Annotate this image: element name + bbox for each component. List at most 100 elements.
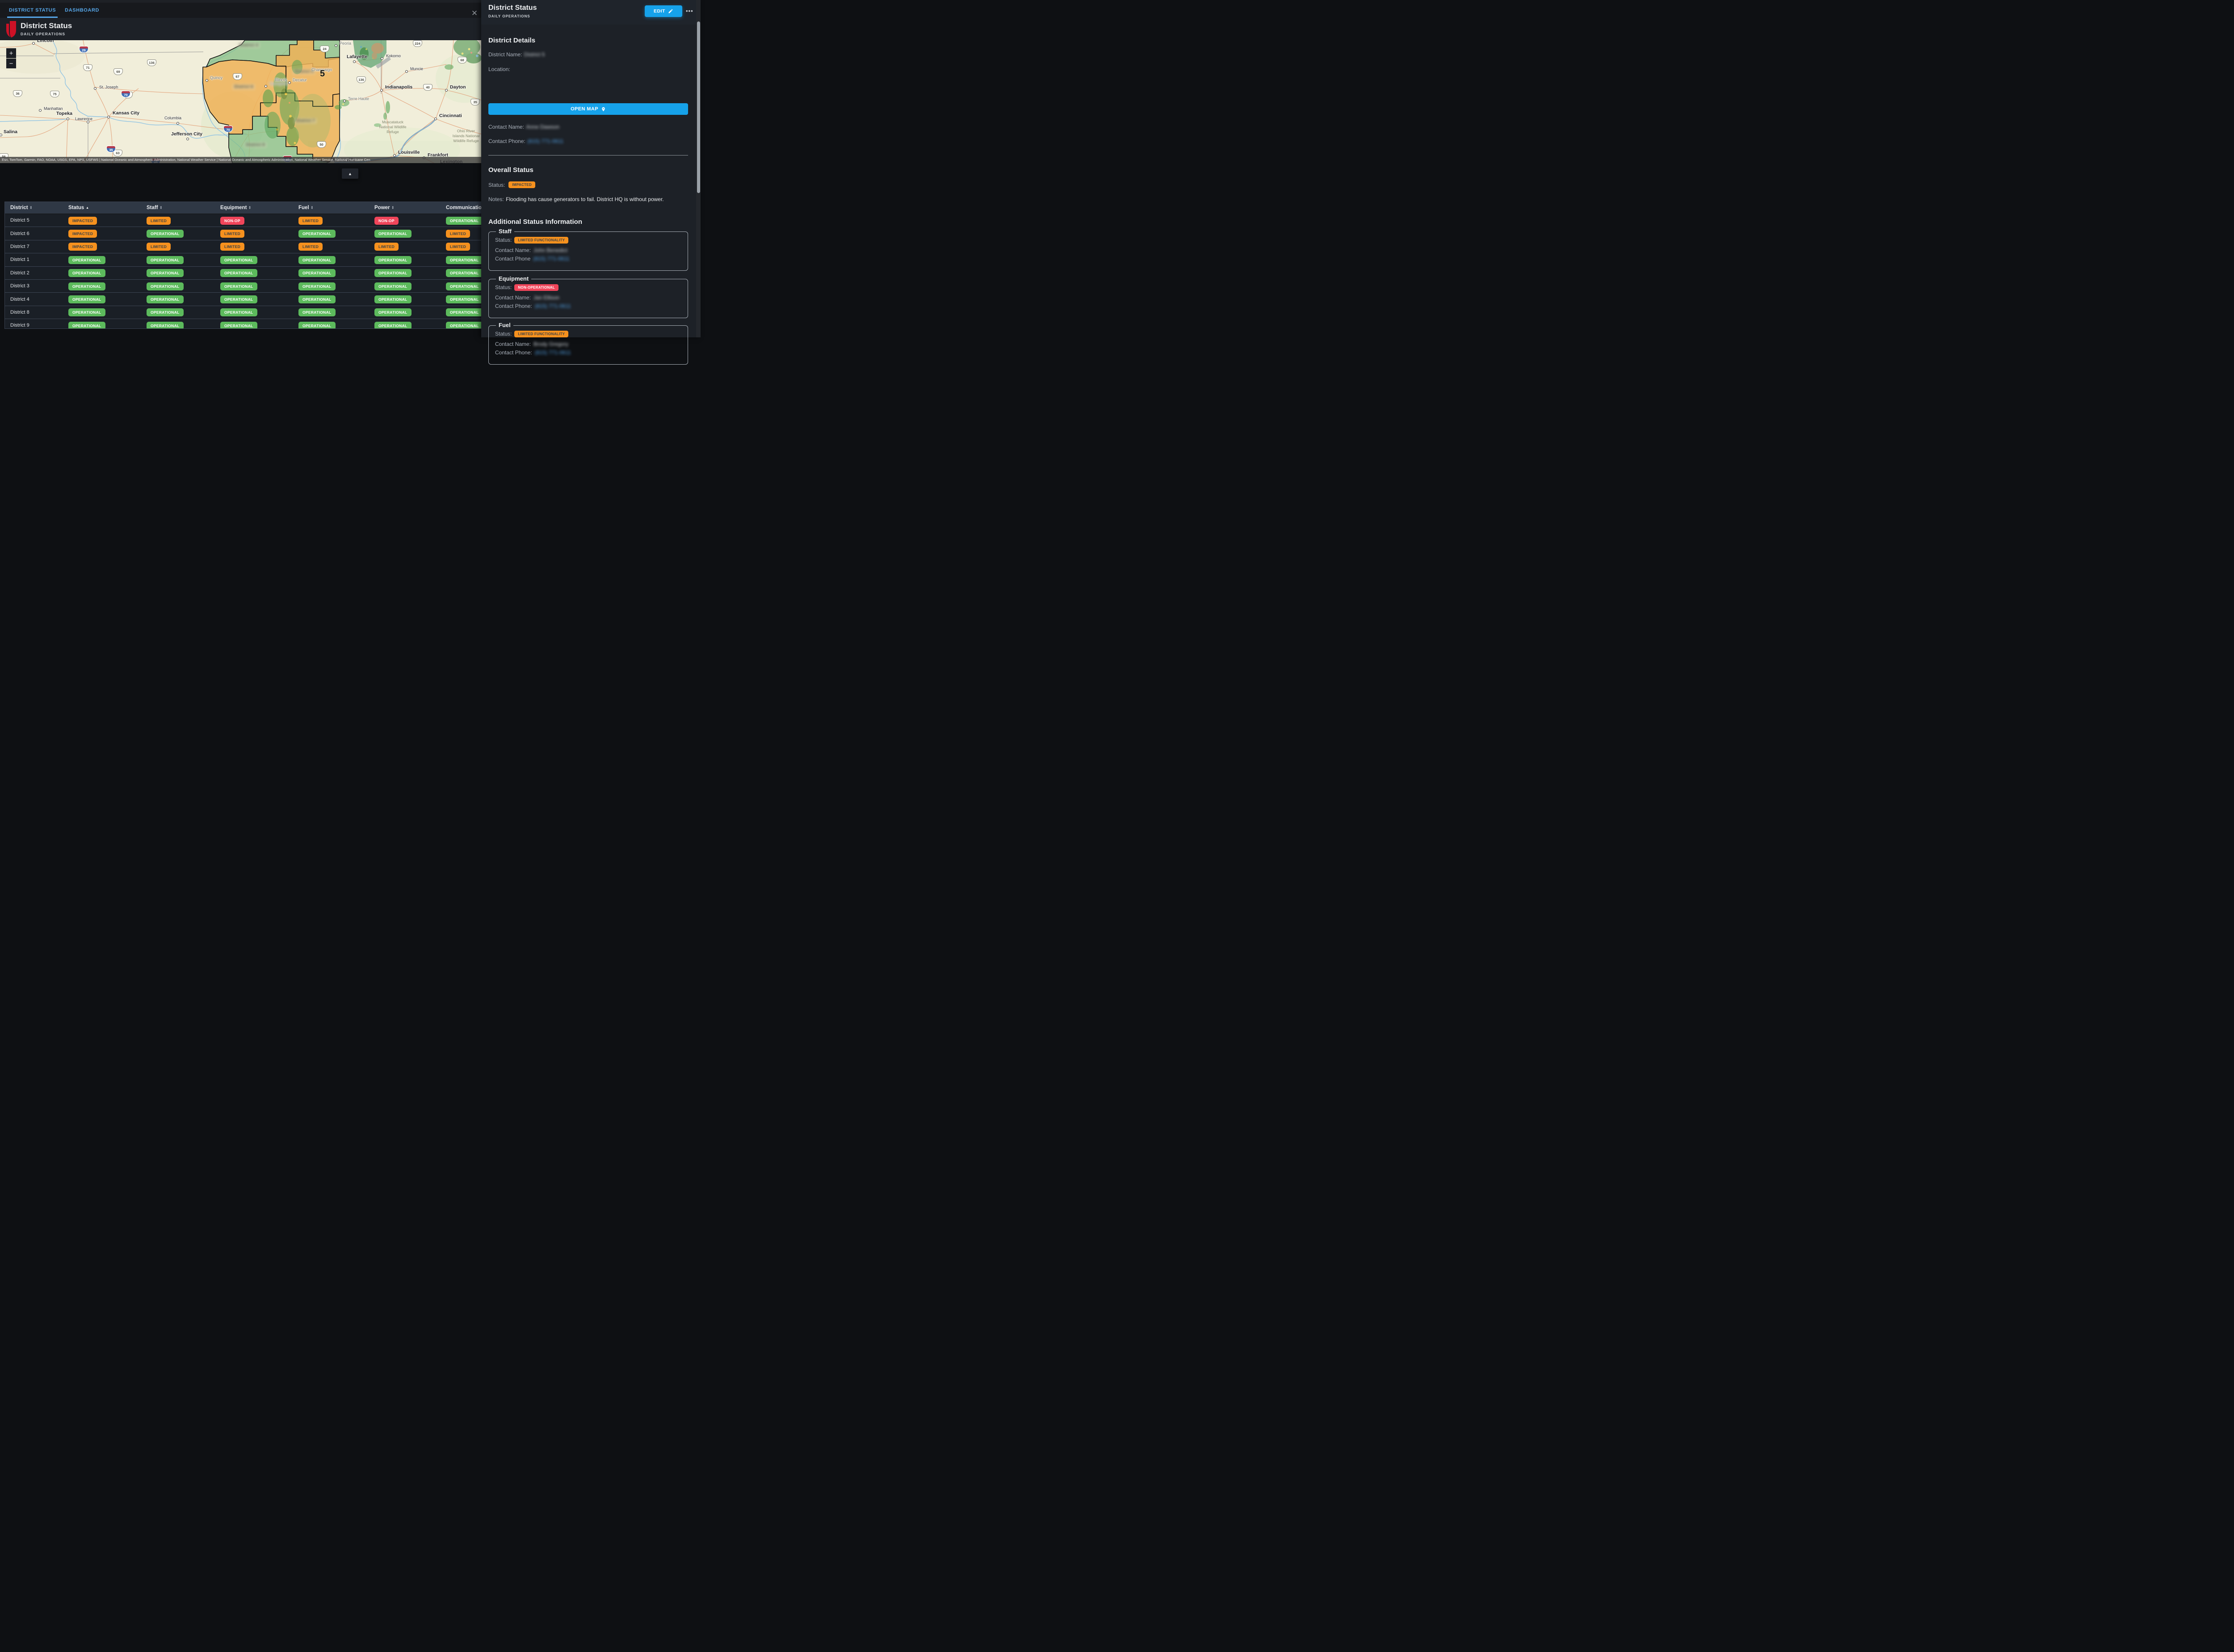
city-dot	[335, 44, 337, 47]
city-label: Decatur	[293, 78, 307, 82]
sort-icon: ▲▼	[311, 206, 313, 210]
status-cell: LIMITED	[441, 229, 482, 238]
table-row[interactable]: District 7IMPACTEDLIMITEDLIMITEDLIMITEDL…	[5, 240, 482, 253]
contact-name-value: Anne Dawson	[526, 124, 560, 130]
state-label: Illinois	[275, 78, 287, 83]
zoom-out-button[interactable]: −	[6, 59, 16, 68]
interstate-shield-70: 70	[121, 91, 130, 97]
group-legend: Staff	[496, 228, 514, 235]
status-cell: OPERATIONAL	[369, 295, 441, 303]
panel-scrollbar	[696, 0, 701, 337]
contact-phone-label: Contact Phone:	[488, 138, 525, 144]
status-cell: LIMITED	[215, 229, 293, 238]
status-badge: OPERATIONAL	[147, 282, 184, 290]
table-row[interactable]: District 9OPERATIONALOPERATIONALOPERATIO…	[5, 319, 482, 329]
group-legend: Equipment	[496, 275, 531, 282]
us-route-shield-75: 75	[50, 91, 59, 97]
status-badge: OPERATIONAL	[446, 322, 482, 329]
district-cell: District 7	[5, 244, 63, 249]
overall-status-label: Status:	[488, 182, 505, 188]
status-badge: OPERATIONAL	[446, 217, 482, 225]
page-title: District Status	[21, 21, 72, 30]
table-row[interactable]: District 6IMPACTEDOPERATIONALLIMITEDOPER…	[5, 227, 482, 240]
district-cell: District 6	[5, 231, 63, 236]
column-header-staff[interactable]: Staff▲▼	[141, 205, 215, 210]
group-contact-phone-row: Contact Phone(815) 771-0611	[495, 255, 570, 262]
us-route-shield-68: 68	[458, 57, 467, 63]
column-header-fuel[interactable]: Fuel▲▼	[293, 205, 369, 210]
status-badge: OPERATIONAL	[446, 295, 482, 303]
table-row[interactable]: District 8OPERATIONALOPERATIONALOPERATIO…	[5, 306, 482, 319]
open-map-button[interactable]: OPEN MAP	[488, 103, 688, 115]
group-contact-name-row: Contact Name:John Benedict	[495, 247, 567, 254]
sort-icon: ▲▼	[30, 206, 32, 210]
tab-dashboard[interactable]: DASHBOARD	[65, 3, 99, 18]
status-badge: OPERATIONAL	[220, 282, 257, 290]
district-area-label: District 5	[293, 69, 315, 75]
edit-button[interactable]: EDIT	[645, 5, 682, 17]
interstate-shield-70: 70	[223, 126, 233, 132]
status-cell: OPERATIONAL	[293, 256, 369, 264]
map-collapse-button[interactable]: ▲	[342, 168, 358, 179]
contact-phone-value[interactable]: (815) 771-0611	[527, 138, 563, 144]
city-label: Lafayette	[347, 54, 367, 59]
column-header-power[interactable]: Power▲▼	[369, 205, 441, 210]
status-badge: OPERATIONAL	[446, 256, 482, 264]
status-badge: OPERATIONAL	[298, 256, 336, 264]
group-fuel: FuelStatus:LIMITED FUNCTIONALITYContact …	[488, 325, 688, 365]
table-row[interactable]: District 2OPERATIONALOPERATIONALOPERATIO…	[5, 267, 482, 280]
column-header-district[interactable]: District▲▼	[5, 205, 63, 210]
us-route-shield-35: 35	[470, 99, 480, 105]
status-cell: NON-OP	[215, 216, 293, 225]
column-header-equipment[interactable]: Equipment▲▼	[215, 205, 293, 210]
table-row[interactable]: District 1OPERATIONALOPERATIONALOPERATIO…	[5, 253, 482, 266]
city-dot	[107, 116, 110, 118]
location-pin-icon	[601, 107, 606, 112]
city-dot	[343, 100, 346, 102]
status-cell: OPERATIONAL	[369, 229, 441, 238]
map-base	[0, 40, 481, 163]
city-dot	[434, 118, 437, 120]
status-cell: LIMITED	[215, 242, 293, 251]
district-number-marker: 5	[320, 69, 325, 79]
status-badge: OPERATIONAL	[220, 269, 257, 277]
district-cell: District 9	[5, 323, 63, 328]
status-cell: OPERATIONAL	[441, 295, 482, 303]
tab-district-status[interactable]: DISTRICT STATUS	[9, 3, 56, 18]
status-cell: IMPACTED	[63, 242, 141, 251]
status-badge: LIMITED	[298, 217, 323, 225]
us-route-shield-224: 224	[413, 40, 422, 47]
us-route-shield-136: 136	[357, 76, 366, 83]
status-cell: OPERATIONAL	[215, 282, 293, 290]
table-row[interactable]: District 3OPERATIONALOPERATIONALOPERATIO…	[5, 280, 482, 293]
group-contact-phone-row: Contact Phone:(815) 771-0611	[495, 303, 571, 310]
zoom-in-button[interactable]: +	[6, 48, 16, 58]
city-dot	[67, 118, 69, 120]
status-cell: LIMITED	[293, 216, 369, 225]
overall-status-heading: Overall Status	[488, 166, 533, 174]
us-route-shield-67: 67	[233, 73, 242, 80]
additional-status-heading: Additional Status Information	[488, 218, 582, 226]
status-badge: OPERATIONAL	[147, 308, 184, 316]
city-label: Peoria	[340, 41, 351, 46]
refuge-label: Muscatatuck National Wildlife Refuge	[373, 120, 413, 135]
table-row[interactable]: District 5IMPACTEDLIMITEDNON-OPLIMITEDNO…	[5, 214, 482, 227]
status-badge: OPERATIONAL	[298, 295, 336, 303]
district-map[interactable]: LincolnSt. JosephManhattanTopekaLawrence…	[0, 40, 481, 163]
table-row[interactable]: District 4OPERATIONALOPERATIONALOPERATIO…	[5, 293, 482, 306]
city-label: St. Joseph	[99, 85, 118, 89]
status-badge: OPERATIONAL	[220, 308, 257, 316]
status-cell: OPERATIONAL	[369, 256, 441, 264]
column-header-status[interactable]: Status▲	[63, 205, 141, 210]
us-route-shield-36: 36	[13, 90, 22, 97]
panel-scrollbar-thumb[interactable]	[697, 21, 700, 193]
column-header-communications[interactable]: Communications▲▼	[441, 205, 482, 210]
status-badge: OPERATIONAL	[446, 269, 482, 277]
close-icon[interactable]: ✕	[470, 9, 479, 18]
more-options-icon[interactable]: •••	[686, 8, 693, 14]
status-badge: IMPACTED	[68, 217, 97, 225]
status-cell: NON-OP	[369, 216, 441, 225]
section-divider	[488, 155, 688, 156]
city-dot	[32, 42, 35, 45]
status-cell: OPERATIONAL	[141, 321, 215, 329]
